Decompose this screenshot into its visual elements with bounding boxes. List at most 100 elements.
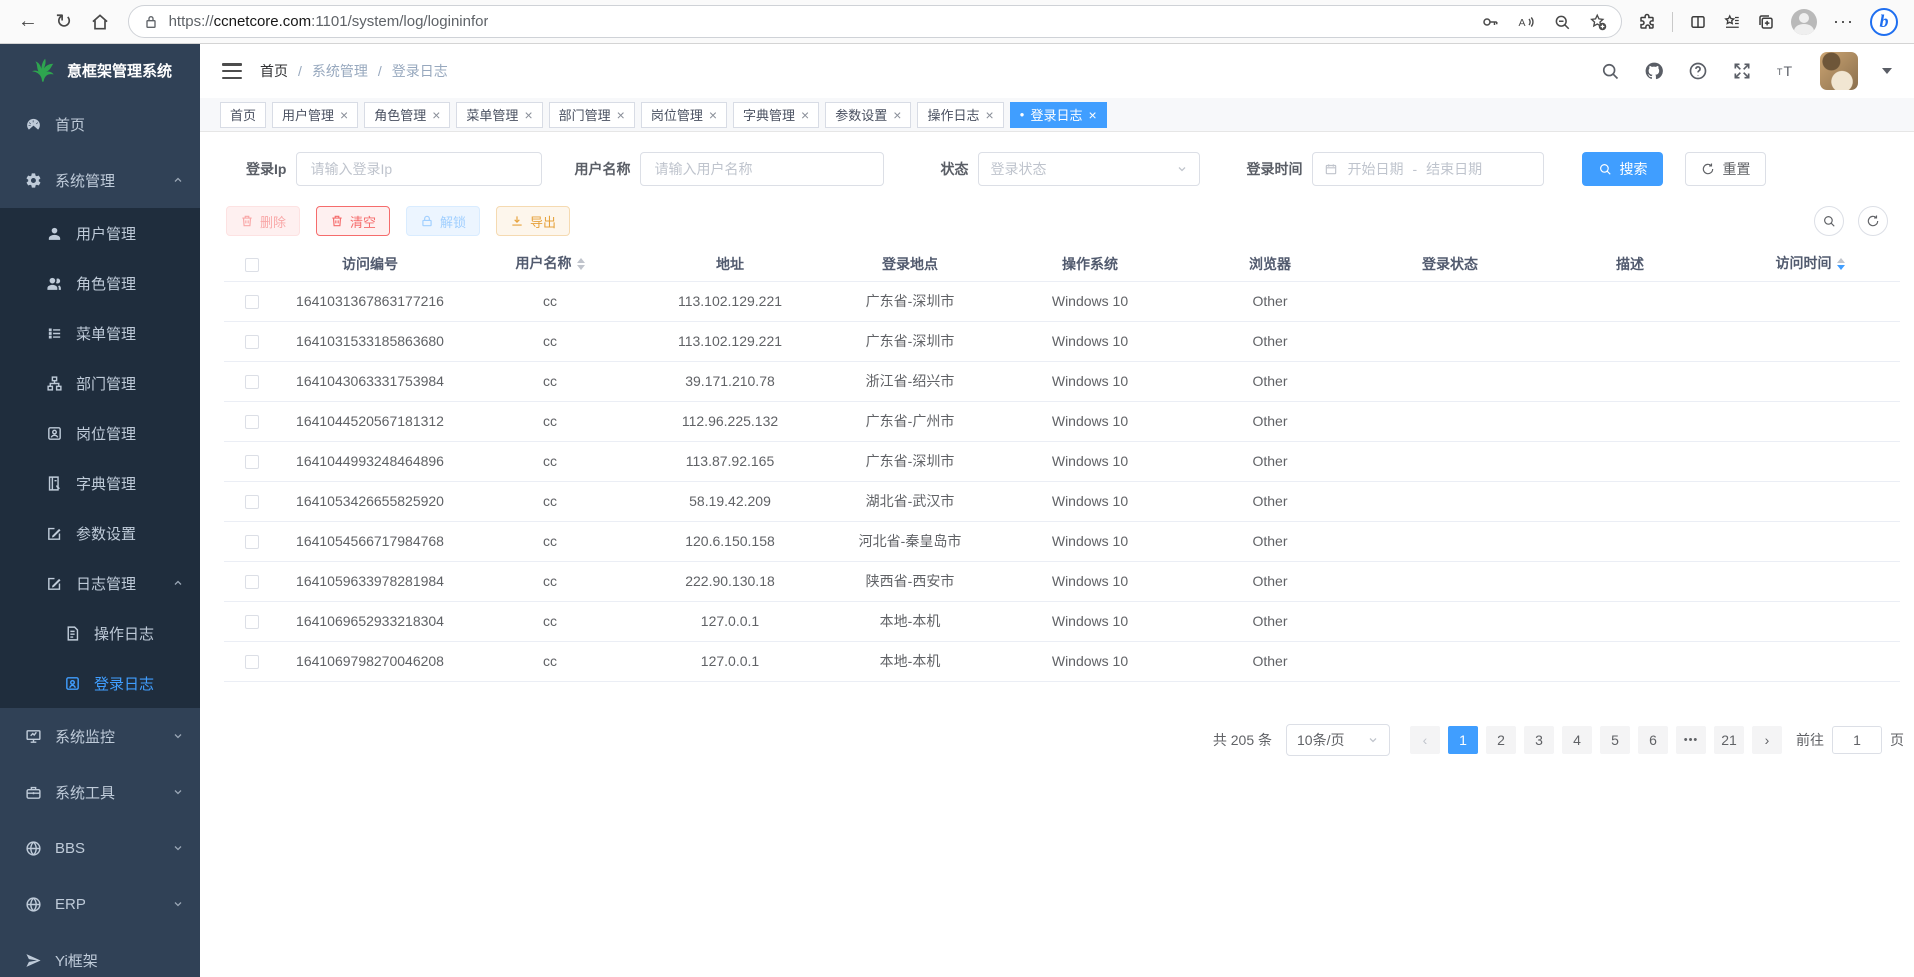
row-checkbox[interactable] (245, 415, 259, 429)
tab-close-icon[interactable]: × (432, 108, 440, 122)
page-button-5[interactable]: 5 (1600, 726, 1630, 754)
page-button-1[interactable]: 1 (1448, 726, 1478, 754)
tab-close-icon[interactable]: × (893, 108, 901, 122)
copilot-icon[interactable]: b (1870, 8, 1898, 36)
page-button-3[interactable]: 3 (1524, 726, 1554, 754)
password-key-icon[interactable] (1481, 13, 1499, 31)
sidebar-item-menu-mgmt[interactable]: 菜单管理 (0, 308, 200, 358)
sidebar-item-post-mgmt[interactable]: 岗位管理 (0, 408, 200, 458)
row-checkbox[interactable] (245, 375, 259, 389)
font-size-icon[interactable] (1776, 61, 1796, 81)
browser-menu-icon[interactable]: ··· (1833, 11, 1854, 32)
site-lock-icon[interactable] (143, 14, 159, 30)
github-icon[interactable] (1644, 61, 1664, 81)
browser-back-icon[interactable]: ← (10, 5, 46, 39)
reset-button[interactable]: 重置 (1685, 152, 1766, 186)
favorite-add-icon[interactable] (1589, 13, 1607, 31)
tab-dept-mgmt[interactable]: 部门管理× (549, 102, 635, 128)
tab-close-icon[interactable]: × (617, 108, 625, 122)
sidebar-item-user-mgmt[interactable]: 用户管理 (0, 208, 200, 258)
read-aloud-icon[interactable] (1517, 13, 1535, 31)
help-icon[interactable] (1688, 61, 1708, 81)
tab-close-icon[interactable]: × (524, 108, 532, 122)
sidebar-item-log-mgmt[interactable]: 日志管理 (0, 558, 200, 608)
sidebar-toggle-icon[interactable] (222, 63, 242, 79)
tab-op-log[interactable]: 操作日志× (917, 102, 1003, 128)
page-button-21[interactable]: 21 (1714, 726, 1744, 754)
row-checkbox[interactable] (245, 495, 259, 509)
browser-profile-icon[interactable] (1791, 9, 1817, 35)
tab-user-mgmt[interactable]: 用户管理× (272, 102, 358, 128)
row-checkbox[interactable] (245, 335, 259, 349)
tab-login-log[interactable]: ●登录日志× (1010, 102, 1107, 128)
row-checkbox[interactable] (245, 455, 259, 469)
sidebar-item-bbs[interactable]: BBS (0, 820, 200, 876)
show-search-button[interactable] (1814, 206, 1844, 236)
filter-date-range[interactable]: 开始日期 - 结束日期 (1312, 152, 1544, 186)
tab-close-icon[interactable]: × (985, 108, 993, 122)
more-pages-button[interactable]: ••• (1676, 726, 1706, 754)
refresh-table-button[interactable] (1858, 206, 1888, 236)
row-checkbox[interactable] (245, 575, 259, 589)
page-size-select[interactable]: 10条/页 (1286, 724, 1390, 756)
extensions-icon[interactable] (1638, 13, 1656, 31)
sidebar-item-param-settings[interactable]: 参数设置 (0, 508, 200, 558)
prev-page-button[interactable]: ‹ (1410, 726, 1440, 754)
breadcrumb-home[interactable]: 首页 (260, 61, 288, 81)
sidebar-item-yi-framework[interactable]: Yi框架 (0, 932, 200, 977)
filter-status-select[interactable]: 登录状态 (978, 152, 1200, 186)
address-bar[interactable]: https://ccnetcore.com:1101/system/log/lo… (128, 5, 1622, 38)
zoom-out-icon[interactable] (1553, 13, 1571, 31)
page-button-6[interactable]: 6 (1638, 726, 1668, 754)
clear-button[interactable]: 清空 (316, 206, 390, 236)
select-all-checkbox[interactable] (245, 258, 259, 272)
row-checkbox[interactable] (245, 295, 259, 309)
page-button-4[interactable]: 4 (1562, 726, 1592, 754)
sidebar-item-sys-tools[interactable]: 系统工具 (0, 764, 200, 820)
sort-toggle[interactable] (1837, 254, 1845, 274)
sidebar-item-login-log[interactable]: 登录日志 (0, 658, 200, 708)
user-avatar[interactable] (1820, 52, 1858, 90)
search-button[interactable]: 搜索 (1582, 152, 1663, 186)
sidebar-item-dict-mgmt[interactable]: 字典管理 (0, 458, 200, 508)
sidebar-item-op-log[interactable]: 操作日志 (0, 608, 200, 658)
page-button-2[interactable]: 2 (1486, 726, 1516, 754)
logo-leaf-icon (28, 56, 56, 84)
sidebar-item-dept-mgmt[interactable]: 部门管理 (0, 358, 200, 408)
search-icon[interactable] (1600, 61, 1620, 81)
sidebar-item-system-mgmt[interactable]: 系统管理 (0, 152, 200, 208)
goto-page-input[interactable] (1832, 726, 1882, 754)
fullscreen-icon[interactable] (1732, 61, 1752, 81)
sidebar-item-sys-monitor[interactable]: 系统监控 (0, 708, 200, 764)
tab-dict-mgmt[interactable]: 字典管理× (733, 102, 819, 128)
sidebar-item-role-mgmt[interactable]: 角色管理 (0, 258, 200, 308)
next-page-button[interactable]: › (1752, 726, 1782, 754)
row-checkbox[interactable] (245, 615, 259, 629)
export-button[interactable]: 导出 (496, 206, 570, 236)
tab-post-mgmt[interactable]: 岗位管理× (641, 102, 727, 128)
tab-close-icon[interactable]: × (801, 108, 809, 122)
row-checkbox[interactable] (245, 655, 259, 669)
sidebar-item-erp[interactable]: ERP (0, 876, 200, 932)
sort-toggle[interactable] (577, 254, 585, 274)
filter-ip-input[interactable] (296, 152, 542, 186)
tab-role-mgmt[interactable]: 角色管理× (364, 102, 450, 128)
tab-close-icon[interactable]: × (1089, 108, 1097, 122)
tab-close-icon[interactable]: × (340, 108, 348, 122)
delete-button[interactable]: 删除 (226, 206, 300, 236)
tab-close-icon[interactable]: × (709, 108, 717, 122)
tab-home[interactable]: 首页 (220, 102, 266, 128)
row-checkbox[interactable] (245, 535, 259, 549)
avatar-caret-icon[interactable] (1882, 68, 1892, 79)
browser-home-icon[interactable] (82, 5, 118, 39)
sidebar-item-home[interactable]: 首页 (0, 96, 200, 152)
collections-icon[interactable] (1757, 13, 1775, 31)
tab-param-settings[interactable]: 参数设置× (825, 102, 911, 128)
browser-refresh-icon[interactable]: ↻ (46, 5, 82, 39)
unlock-button[interactable]: 解锁 (406, 206, 480, 236)
split-screen-icon[interactable] (1689, 13, 1707, 31)
filter-user-input[interactable] (640, 152, 884, 186)
favorites-icon[interactable] (1723, 13, 1741, 31)
tab-menu-mgmt[interactable]: 菜单管理× (456, 102, 542, 128)
cell-address: 113.102.129.221 (640, 321, 820, 361)
